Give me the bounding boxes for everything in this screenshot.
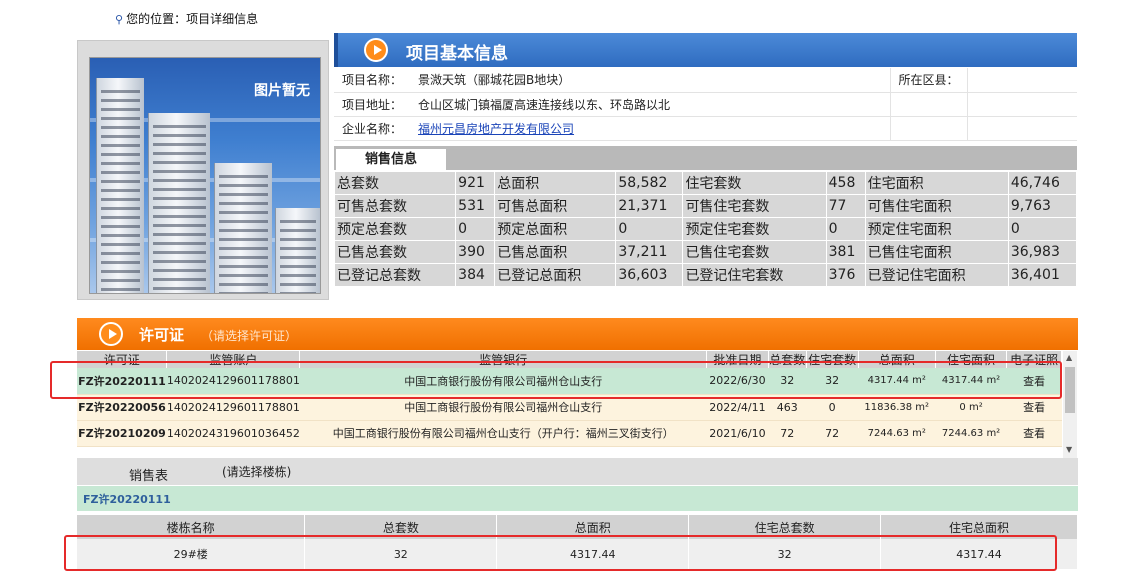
sales-metric-value: 36,603 [616, 264, 683, 286]
sales-info-row: 可售总套数 531 可售总面积 21,371 可售住宅套数 77 可售住宅面积 9,763 [335, 195, 1076, 217]
sales-metric-value: 531 [456, 195, 495, 217]
sales-metric-value: 9,763 [1008, 195, 1076, 217]
permit-cell-total: 72 [768, 420, 807, 447]
project-address-value: 仓山区城门镇福厦高速连接线以东、环岛路以北 [410, 92, 891, 117]
highlight-box-permit [50, 361, 1062, 399]
permit-cell-res: 72 [806, 420, 859, 447]
sales-info-row: 已售总套数 390 已售总面积 37,211 已售住宅套数 381 已售住宅面积 36,983 [335, 241, 1076, 263]
sales-metric-label: 已售总套数 [335, 241, 456, 263]
sales-metric-label: 预定总套数 [335, 218, 456, 240]
selected-permit-bar: FZ许20220111 [77, 486, 1078, 511]
basic-info-table: 项目名称： 景溦天筑（郦城花园B地块） 所在区县： 项目地址： 仓山区城门镇福厦… [334, 68, 1077, 141]
permits-subtitle: （请选择许可证） [201, 329, 298, 343]
sales-metric-label: 已登记住宅面积 [865, 264, 1008, 286]
project-address-label: 项目地址： [334, 92, 411, 117]
sales-metric-label: 可售住宅面积 [865, 195, 1008, 217]
permit-cell-account: 1402024319601036452 [166, 420, 300, 447]
sales-metric-label: 住宅套数 [683, 172, 826, 194]
sales-table-header: 销售表 (请选择楼栋) [77, 458, 1078, 485]
project-name-value: 景溦天筑（郦城花园B地块） [410, 68, 891, 93]
company-name-label: 企业名称： [334, 116, 411, 141]
sales-metric-label: 可售总面积 [495, 195, 616, 217]
sales-metric-label: 总套数 [335, 172, 456, 194]
sales-metric-label: 总面积 [495, 172, 616, 194]
sales-metric-value: 77 [826, 195, 865, 217]
permit-row[interactable]: FZ许20210209 1402024319601036452 中国工商银行股份有限… [77, 420, 1062, 447]
district-value [966, 68, 1077, 93]
sales-metric-value: 0 [616, 218, 683, 240]
sales-metric-value: 46,746 [1008, 172, 1076, 194]
sales-info-row: 已登记总套数 384 已登记总面积 36,603 已登记住宅套数 376 已登记住宅面积 36… [335, 264, 1076, 286]
sales-metric-value: 458 [826, 172, 865, 194]
selected-permit-label: FZ许20220111 [83, 493, 171, 506]
sales-info-row: 预定总套数 0 预定总面积 0 预定住宅套数 0 预定住宅面积 0 [335, 218, 1076, 240]
district-label: 所在区县： [889, 68, 968, 93]
sales-metric-label: 已售住宅面积 [865, 241, 1008, 263]
permit-cell-res-area: 7244.63 m² [935, 420, 1007, 447]
sales-info-table: 总套数 921 总面积 58,582 住宅套数 458 住宅面积 46,746 可售总套数 531… [334, 171, 1077, 287]
sales-metric-value: 376 [826, 264, 865, 286]
sales-metric-label: 已登记住宅套数 [683, 264, 826, 286]
no-image-label: 图片暂无 [254, 83, 310, 99]
breadcrumb-current: 项目详细信息 [186, 12, 259, 26]
sales-metric-label: 已售住宅套数 [683, 241, 826, 263]
sales-metric-label: 预定总面积 [495, 218, 616, 240]
view-license-link[interactable]: 查看 [1006, 420, 1062, 447]
company-name-link[interactable]: 福州元昌房地产开发有限公司 [418, 122, 574, 136]
sales-table-label: 销售表 [129, 469, 169, 484]
sales-metric-label: 可售住宅套数 [683, 195, 826, 217]
sales-metric-label: 预定住宅套数 [683, 218, 826, 240]
sales-metric-label: 可售总套数 [335, 195, 456, 217]
sales-metric-value: 390 [456, 241, 495, 263]
permit-cell-area: 7244.63 m² [858, 420, 936, 447]
permits-title: 许可证 [139, 326, 185, 344]
permit-list-scrollbar[interactable]: ▲ ▼ [1063, 351, 1077, 458]
sales-metric-value: 0 [456, 218, 495, 240]
sales-table-hint: (请选择楼栋) [222, 465, 292, 479]
project-name-label: 项目名称： [334, 68, 411, 93]
breadcrumb: ⚲ 您的位置：项目详细信息 [115, 10, 258, 27]
permits-header: 许可证 （请选择许可证） [77, 318, 1078, 350]
play-icon [99, 322, 123, 346]
sales-metric-value: 384 [456, 264, 495, 286]
sales-metric-label: 已售总面积 [495, 241, 616, 263]
sales-metric-value: 37,211 [616, 241, 683, 263]
sales-metric-value: 381 [826, 241, 865, 263]
sales-metric-value: 21,371 [616, 195, 683, 217]
sales-metric-value: 0 [826, 218, 865, 240]
sales-metric-value: 36,401 [1008, 264, 1076, 286]
sales-metric-label: 预定住宅面积 [865, 218, 1008, 240]
breadcrumb-prefix: 您的位置： [126, 12, 187, 26]
permit-cell-bank: 中国工商银行股份有限公司福州仓山支行（开户行：福州三叉街支行） [299, 420, 707, 447]
tab-sales-info[interactable]: 销售信息 [336, 149, 446, 170]
sales-metric-value: 921 [456, 172, 495, 194]
scroll-down-icon[interactable]: ▼ [1066, 445, 1072, 454]
sales-tab-row: 销售信息 [334, 146, 1077, 170]
play-icon [364, 38, 388, 62]
basic-info-header: 项目基本信息 [334, 33, 1077, 67]
location-pin-icon: ⚲ [115, 13, 124, 26]
sales-metric-value: 36,983 [1008, 241, 1076, 263]
sales-metric-value: 58,582 [616, 172, 683, 194]
scroll-up-icon[interactable]: ▲ [1066, 353, 1072, 362]
sales-metric-value: 0 [1008, 218, 1076, 240]
basic-info-title: 项目基本信息 [406, 44, 508, 64]
scroll-thumb[interactable] [1065, 367, 1075, 413]
sales-info-row: 总套数 921 总面积 58,582 住宅套数 458 住宅面积 46,746 [335, 172, 1076, 194]
sales-metric-label: 住宅面积 [865, 172, 1008, 194]
permit-cell-permit: FZ许20210209 [77, 420, 167, 447]
permit-cell-date: 2021/6/10 [706, 420, 769, 447]
highlight-box-building [64, 535, 1057, 571]
sales-metric-label: 已登记总面积 [495, 264, 616, 286]
sales-metric-label: 已登记总套数 [335, 264, 456, 286]
project-photo: 图片暂无 [89, 57, 321, 294]
